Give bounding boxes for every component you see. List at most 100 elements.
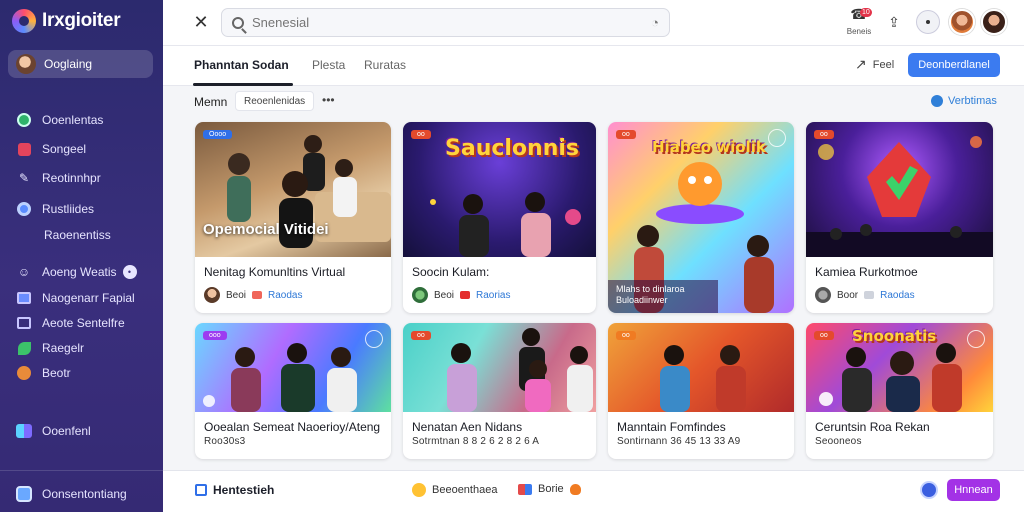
close-icon[interactable]: ✕: [191, 12, 211, 32]
notifications-button[interactable]: ☎ 10 Beneis: [843, 6, 875, 40]
video-card[interactable]: oo Sauclonnis Soocin Kulam: Beoi Raorias: [403, 122, 596, 313]
add-badge-icon[interactable]: •: [122, 265, 137, 279]
layout-icon: [16, 423, 32, 439]
card-meta: Boor Raodas: [815, 287, 915, 303]
video-card[interactable]: oo Manntain Fomfindes Sontirnann 36 45 1…: [608, 323, 794, 459]
sidebar-item-7[interactable]: Naogenarr Fapial: [16, 288, 135, 308]
video-thumbnail: oo: [806, 122, 993, 257]
sidebar-item-9[interactable]: Raegelr: [16, 338, 84, 358]
card-tag: oo: [814, 331, 834, 340]
spacer-icon: [18, 227, 34, 243]
card-tag: ooo: [203, 331, 227, 340]
card-subtitle: Sotrmtnan 8 8 2 6 2 8 2 6 A: [412, 436, 540, 447]
sidebar-divider: [0, 470, 163, 471]
category-link[interactable]: Raodas: [268, 290, 302, 301]
sidebar-active-label: Ooglaing: [44, 57, 93, 71]
card-title: Kamiea Rurkotmoe: [815, 265, 918, 279]
share-button[interactable]: ↗ Feel: [855, 56, 894, 73]
record-icon[interactable]: [920, 481, 938, 499]
sidebar-item-1[interactable]: Ooenlentas: [16, 110, 103, 130]
flag-icon: [518, 483, 532, 495]
video-thumbnail: oo: [608, 323, 794, 412]
author-name: Boor: [837, 289, 859, 301]
video-thumbnail: oo Snoonatis: [806, 323, 993, 412]
search-icon: [232, 16, 244, 29]
sidebar-item-3[interactable]: ✎ Reotinnhpr: [16, 168, 101, 188]
document-icon: [16, 486, 32, 502]
sidebar-item-4[interactable]: Rustliides: [16, 199, 94, 219]
sidebar-item-11[interactable]: Ooenfenl: [16, 421, 91, 441]
sidebar-item-label: Ooenlentas: [42, 113, 104, 127]
settings-icon[interactable]: [967, 330, 985, 348]
avatar: [412, 287, 428, 303]
video-card[interactable]: oo Snoonatis Ceruntsin Roa Rekan Seooneo…: [806, 323, 993, 459]
tab-features[interactable]: Ruratas: [364, 58, 406, 72]
category-link[interactable]: Raorias: [476, 290, 510, 301]
card-title: Nenitag Komunltins Virtual: [204, 265, 346, 279]
sidebar-item-8[interactable]: Aeote Sentelfre: [16, 313, 125, 333]
sidebar-item-label: Raoenentiss: [44, 228, 111, 242]
card-tag: oo: [616, 331, 636, 340]
bottom-item-2[interactable]: Borie: [518, 483, 581, 495]
view-icon: [931, 95, 943, 107]
video-card[interactable]: oo Kamiea Rurkotmoe Boor Raodas: [806, 122, 993, 313]
sidebar-item-5[interactable]: Raoenentiss: [18, 225, 111, 245]
video-card[interactable]: oo Nenatan Aen Nidans Sotrmtnan 8 8 2 6 …: [403, 323, 596, 459]
avatar[interactable]: [949, 9, 975, 35]
thumbnail-banner: Sauclonnis: [445, 136, 580, 161]
card-tag: oo: [814, 130, 834, 139]
author-name: Beoi: [434, 289, 455, 301]
tab-bar: Phanntan Sodan Plesta Ruratas ↗ Feel Deo…: [163, 46, 1024, 86]
sidebar-footer-item[interactable]: Oonsentontiang: [16, 484, 127, 504]
sidebar-item-label: Aoeng Weatis: [42, 265, 117, 279]
bottom-action-button[interactable]: Hnnean: [947, 479, 1000, 501]
bottom-section-title[interactable]: Hentestieh: [195, 483, 274, 497]
more-options-icon[interactable]: [916, 10, 940, 34]
sidebar-item-10[interactable]: Beotr: [16, 363, 71, 383]
grid-icon: [195, 484, 207, 496]
close-icon[interactable]: [768, 129, 786, 147]
bottom-item-label: Borie: [538, 483, 564, 495]
tab-main[interactable]: Phanntan Sodan: [194, 58, 289, 72]
video-card[interactable]: ooo Ooealan Semeat Naoerioy/Ateng Roo30s…: [195, 323, 391, 459]
sidebar-item-label: Reotinnhpr: [42, 171, 101, 185]
filter-chip[interactable]: Reoenlenidas: [235, 91, 315, 111]
video-card[interactable]: Oooo Opemocial Vitidei Nenitag Komunltin…: [195, 122, 391, 313]
upload-icon[interactable]: ⇪: [883, 11, 905, 33]
bottom-item-label: Beeoenthaea: [432, 484, 498, 496]
avatar: [16, 54, 36, 74]
more-filters-icon[interactable]: •••: [322, 93, 335, 107]
search-bar[interactable]: ◔: [221, 8, 670, 37]
share-icon: ↗: [855, 56, 867, 72]
avatar[interactable]: [981, 9, 1007, 35]
voice-search-icon[interactable]: ◔: [651, 15, 659, 30]
card-tag: oo: [411, 331, 431, 340]
card-title: Manntain Fomfindes: [617, 420, 726, 434]
people-icon: ☺: [17, 265, 31, 279]
search-input[interactable]: [252, 15, 644, 30]
avatar: [204, 287, 220, 303]
sidebar-profile-item[interactable]: Ooglaing: [8, 50, 153, 78]
bottom-title-label: Hentestieh: [213, 483, 275, 497]
sidebar-item-6[interactable]: ☺ Aoeng Weatis •: [16, 262, 137, 282]
category-link[interactable]: Raodas: [880, 290, 914, 301]
primary-action-button[interactable]: Deonberdlanel: [908, 53, 1000, 77]
card-title: Ooealan Semeat Naoerioy/Ateng: [204, 420, 381, 434]
sidebar-item-2[interactable]: Songeel: [16, 139, 86, 159]
filter-label: Memn: [194, 95, 228, 109]
card-subtitle: Sontirnann 36 45 13 33 A9: [617, 436, 741, 447]
bottom-bar: Hentestieh Beeoenthaea Borie Hnnean: [163, 470, 1024, 512]
video-icon: [16, 141, 32, 157]
thumbnail-caption: Opemocial Vitidei: [203, 221, 329, 238]
thumbnail-banner: Snoonatis: [852, 327, 937, 345]
globe-icon: [16, 112, 32, 128]
video-thumbnail: Oooo Opemocial Vitidei: [195, 122, 391, 257]
video-card[interactable]: oo Hiabeo wiolik Mlahs to dinlaroa Buloa…: [608, 122, 794, 313]
bottom-item-1[interactable]: Beeoenthaea: [412, 483, 497, 497]
share-icon[interactable]: [365, 330, 383, 348]
tab-posts[interactable]: Plesta: [312, 58, 345, 72]
view-toggle[interactable]: Verbtimas: [931, 95, 997, 107]
thumbnail-banner: Hiabeo wiolik: [652, 138, 766, 156]
sidebar-item-label: Rustliides: [42, 202, 95, 216]
brand[interactable]: Irxgioiter: [12, 8, 121, 34]
